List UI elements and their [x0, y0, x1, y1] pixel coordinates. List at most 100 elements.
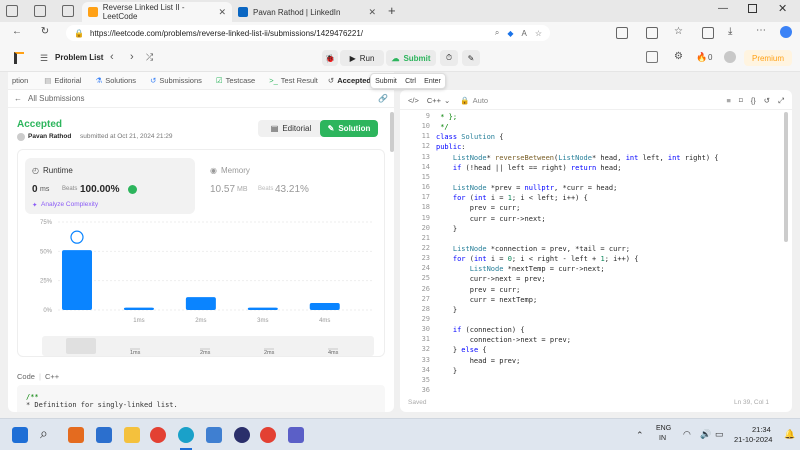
linkedin-favicon-icon [238, 7, 248, 17]
analyze-complexity-link[interactable]: Analyze Complexity [41, 201, 98, 208]
extensions-icon[interactable] [616, 27, 628, 39]
problem-list-link[interactable]: Problem List [55, 53, 103, 62]
edge-icon[interactable] [178, 427, 194, 443]
close-window-icon[interactable]: ✕ [778, 2, 787, 15]
windows-start-icon[interactable] [12, 427, 28, 443]
tab-actions-icon[interactable] [62, 5, 74, 17]
avatar[interactable] [724, 51, 736, 63]
url-field[interactable]: 🔒 https://leetcode.com/problems/reverse-… [66, 25, 550, 41]
fullscreen-icon[interactable]: ⤢ [778, 96, 784, 106]
wifi-icon[interactable]: ◠ [683, 429, 691, 440]
tab-submissions[interactable]: Submissions [159, 76, 202, 85]
teams-icon[interactable] [288, 427, 304, 443]
back-arrow-icon[interactable]: ← [14, 94, 22, 103]
submit-button[interactable]: ☁ Submit [386, 50, 436, 66]
runtime-box[interactable]: ◴ Runtime 0 ms Beats 100.00% ✦ Analyze C… [25, 158, 195, 214]
tab-testcase[interactable]: Testcase [226, 76, 256, 85]
favorite-star-icon[interactable]: ☆ [535, 29, 542, 38]
run-button[interactable]: ▶ Run [340, 50, 384, 66]
bookmark-icon[interactable]: ⌑ [739, 96, 743, 105]
chrome-icon[interactable] [150, 427, 166, 443]
solution-button[interactable]: ✎ Solution [320, 120, 378, 137]
premium-button[interactable]: Premium [744, 50, 792, 66]
chrome-profile-icon[interactable] [260, 427, 276, 443]
clock-time[interactable]: 21:34 [752, 425, 771, 434]
read-aloud-icon[interactable]: A [521, 29, 526, 38]
split-screen-icon[interactable] [646, 27, 658, 39]
user-avatar[interactable] [17, 133, 25, 141]
runtime-bar[interactable] [309, 302, 340, 310]
tab-linkedin[interactable]: Pavan Rathod | LinkedIn ✕ [232, 2, 382, 22]
lang-region[interactable]: IN [659, 435, 666, 442]
language-select[interactable]: C++ [427, 96, 441, 105]
settings-gear-icon[interactable]: ⚙ [674, 51, 683, 62]
search-icon[interactable]: ⌕ [40, 425, 48, 442]
app-icon[interactable] [68, 427, 84, 443]
format-icon[interactable]: ≡ [726, 96, 730, 105]
flask-icon: ⚗ [95, 76, 103, 85]
timer-icon[interactable]: ⏱ [440, 50, 458, 66]
tab-accepted[interactable]: Accepted [337, 76, 371, 85]
user-name[interactable]: Pavan Rathod [28, 133, 71, 140]
zoom-icon[interactable]: ⌕ [495, 28, 499, 38]
shuffle-icon[interactable]: ⤮ [146, 52, 153, 63]
tab-editorial[interactable]: Editorial [54, 76, 81, 85]
code-area[interactable]: 9 * }; 10 */ 11 class Solution {12 public: 13… [400, 112, 780, 396]
collections-icon[interactable] [34, 5, 46, 17]
chart-range-slider[interactable]: 1ms 2ms 2ms 4ms [42, 336, 374, 356]
runtime-bar[interactable] [62, 250, 92, 310]
notification-icon[interactable]: 🔔 [784, 429, 795, 440]
refresh-icon[interactable]: ↻ [36, 26, 54, 37]
maximize-icon[interactable] [748, 4, 757, 13]
tab-test-result[interactable]: Test Result [281, 76, 318, 85]
braces-icon[interactable]: {} [751, 96, 756, 105]
your-submission-marker[interactable] [70, 230, 84, 244]
auto-mode[interactable]: Auto [473, 96, 488, 105]
problem-list-icon[interactable]: ☰ [40, 53, 48, 64]
clock-date[interactable]: 21-10-2024 [734, 435, 772, 444]
more-options-icon[interactable]: ⋯ [756, 25, 766, 36]
share-link-icon[interactable]: 🔗 [378, 94, 388, 103]
runtime-bar[interactable] [185, 297, 216, 310]
runtime-bar[interactable] [247, 307, 278, 310]
streak-fire-icon[interactable]: 🔥 [696, 52, 707, 63]
battery-icon[interactable]: ▭ [715, 429, 724, 440]
editor-scrollbar[interactable] [784, 112, 788, 242]
document-app-icon[interactable] [206, 427, 222, 443]
tab-leetcode[interactable]: Reverse Linked List II - LeetCode ✕ [82, 2, 232, 22]
tab-description[interactable]: ption [12, 76, 28, 85]
tab-solutions[interactable]: Solutions [105, 76, 136, 85]
close-tab-icon[interactable]: ✕ [368, 7, 376, 18]
new-tab-icon[interactable]: + [388, 3, 396, 18]
site-info-icon[interactable]: 🔒 [74, 29, 84, 38]
chevron-down-icon[interactable]: ⌄ [444, 96, 450, 105]
tray-chevron-icon[interactable]: ⌃ [636, 430, 644, 441]
collections-toolbar-icon[interactable] [702, 27, 714, 39]
editorial-button[interactable]: ▤ Editorial [258, 120, 324, 137]
prev-problem-icon[interactable]: ‹ [110, 51, 114, 63]
favorites-icon[interactable]: ☆ [674, 26, 683, 37]
next-problem-icon[interactable]: › [130, 51, 134, 63]
workspaces-icon[interactable] [6, 5, 18, 17]
runtime-bar[interactable] [123, 307, 154, 310]
eclipse-icon[interactable] [234, 427, 250, 443]
all-submissions-link[interactable]: All Submissions [28, 94, 84, 103]
back-icon[interactable]: ← [8, 26, 26, 37]
layout-icon[interactable] [646, 51, 658, 63]
volume-icon[interactable]: 🔊 [700, 429, 711, 440]
extension-tag-icon[interactable]: ◆ [507, 29, 513, 38]
minimize-icon[interactable]: — [718, 3, 728, 14]
downloads-icon[interactable]: ⤓ [728, 26, 732, 37]
left-scrollbar[interactable] [390, 112, 394, 152]
debug-icon[interactable]: 🐞 [322, 50, 338, 66]
reset-icon[interactable]: ↺ [764, 96, 770, 105]
file-explorer-icon[interactable] [124, 427, 140, 443]
outlook-icon[interactable] [96, 427, 112, 443]
range-selector-handle[interactable] [66, 338, 96, 354]
notes-icon[interactable]: ✎ [462, 50, 480, 66]
leetcode-logo-icon[interactable] [14, 52, 24, 64]
lang-indicator[interactable]: ENG [656, 425, 671, 432]
close-tab-icon[interactable]: ✕ [218, 7, 226, 18]
runtime-distribution-chart[interactable]: 75% 50% 25% 0% 1ms 2ms 3ms 4ms [18, 218, 384, 328]
copilot-icon[interactable] [780, 26, 792, 38]
